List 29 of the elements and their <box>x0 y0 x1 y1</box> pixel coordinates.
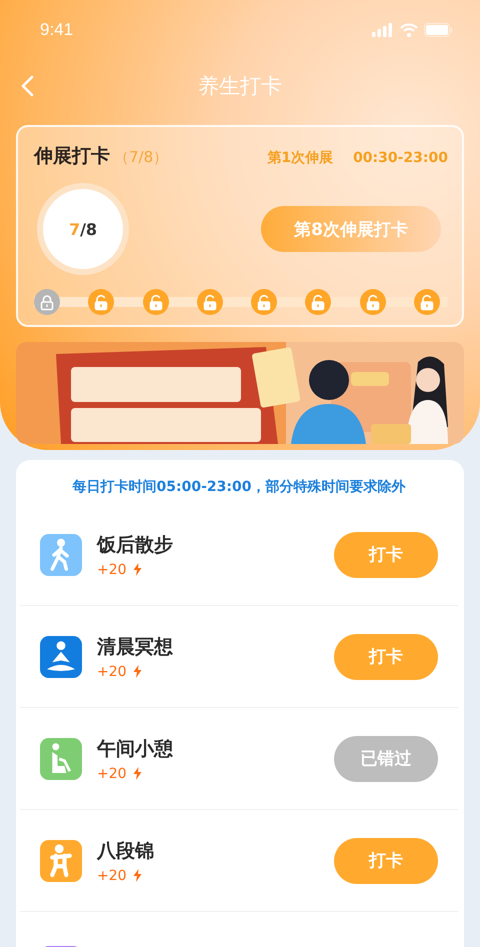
check-in-button[interactable]: 打卡 <box>334 838 438 884</box>
wifi-icon <box>400 23 418 37</box>
lightning-icon <box>132 767 142 780</box>
lightning-icon <box>132 869 142 882</box>
card-title: 伸展打卡 <box>34 144 110 169</box>
lightning-icon <box>132 665 142 678</box>
time-range: 00:30-23:00 <box>353 150 448 166</box>
task-name: 清晨冥想 <box>97 634 174 660</box>
session-label: 第1次伸展 <box>267 149 334 167</box>
check-in-button[interactable]: 打卡 <box>334 532 438 578</box>
task-name: 饭后散步 <box>97 532 174 558</box>
progress-total: /8 <box>80 220 98 238</box>
battery-icon <box>424 23 452 37</box>
lightning-icon <box>132 563 142 576</box>
points-text: +20 <box>97 664 127 680</box>
task-name: 八段锦 <box>97 838 155 864</box>
status-time: 9:41 <box>40 20 74 40</box>
page-title: 养生打卡 <box>198 73 282 100</box>
card-count: （7/8） <box>114 148 170 167</box>
check-in-button[interactable]: 第8次伸展打卡 <box>261 206 441 252</box>
signal-icon <box>372 23 394 37</box>
points-text: +20 <box>97 562 127 578</box>
points-text: +20 <box>97 766 127 782</box>
back-icon <box>20 75 34 97</box>
notice-text: 每日打卡时间05:00-23:00，部分特殊时间要求除外 <box>72 478 406 497</box>
task-name: 午间小憩 <box>97 736 174 762</box>
check-in-button[interactable]: 打卡 <box>334 634 438 680</box>
progress-done: 7 <box>68 220 80 238</box>
points-text: +20 <box>97 868 127 884</box>
